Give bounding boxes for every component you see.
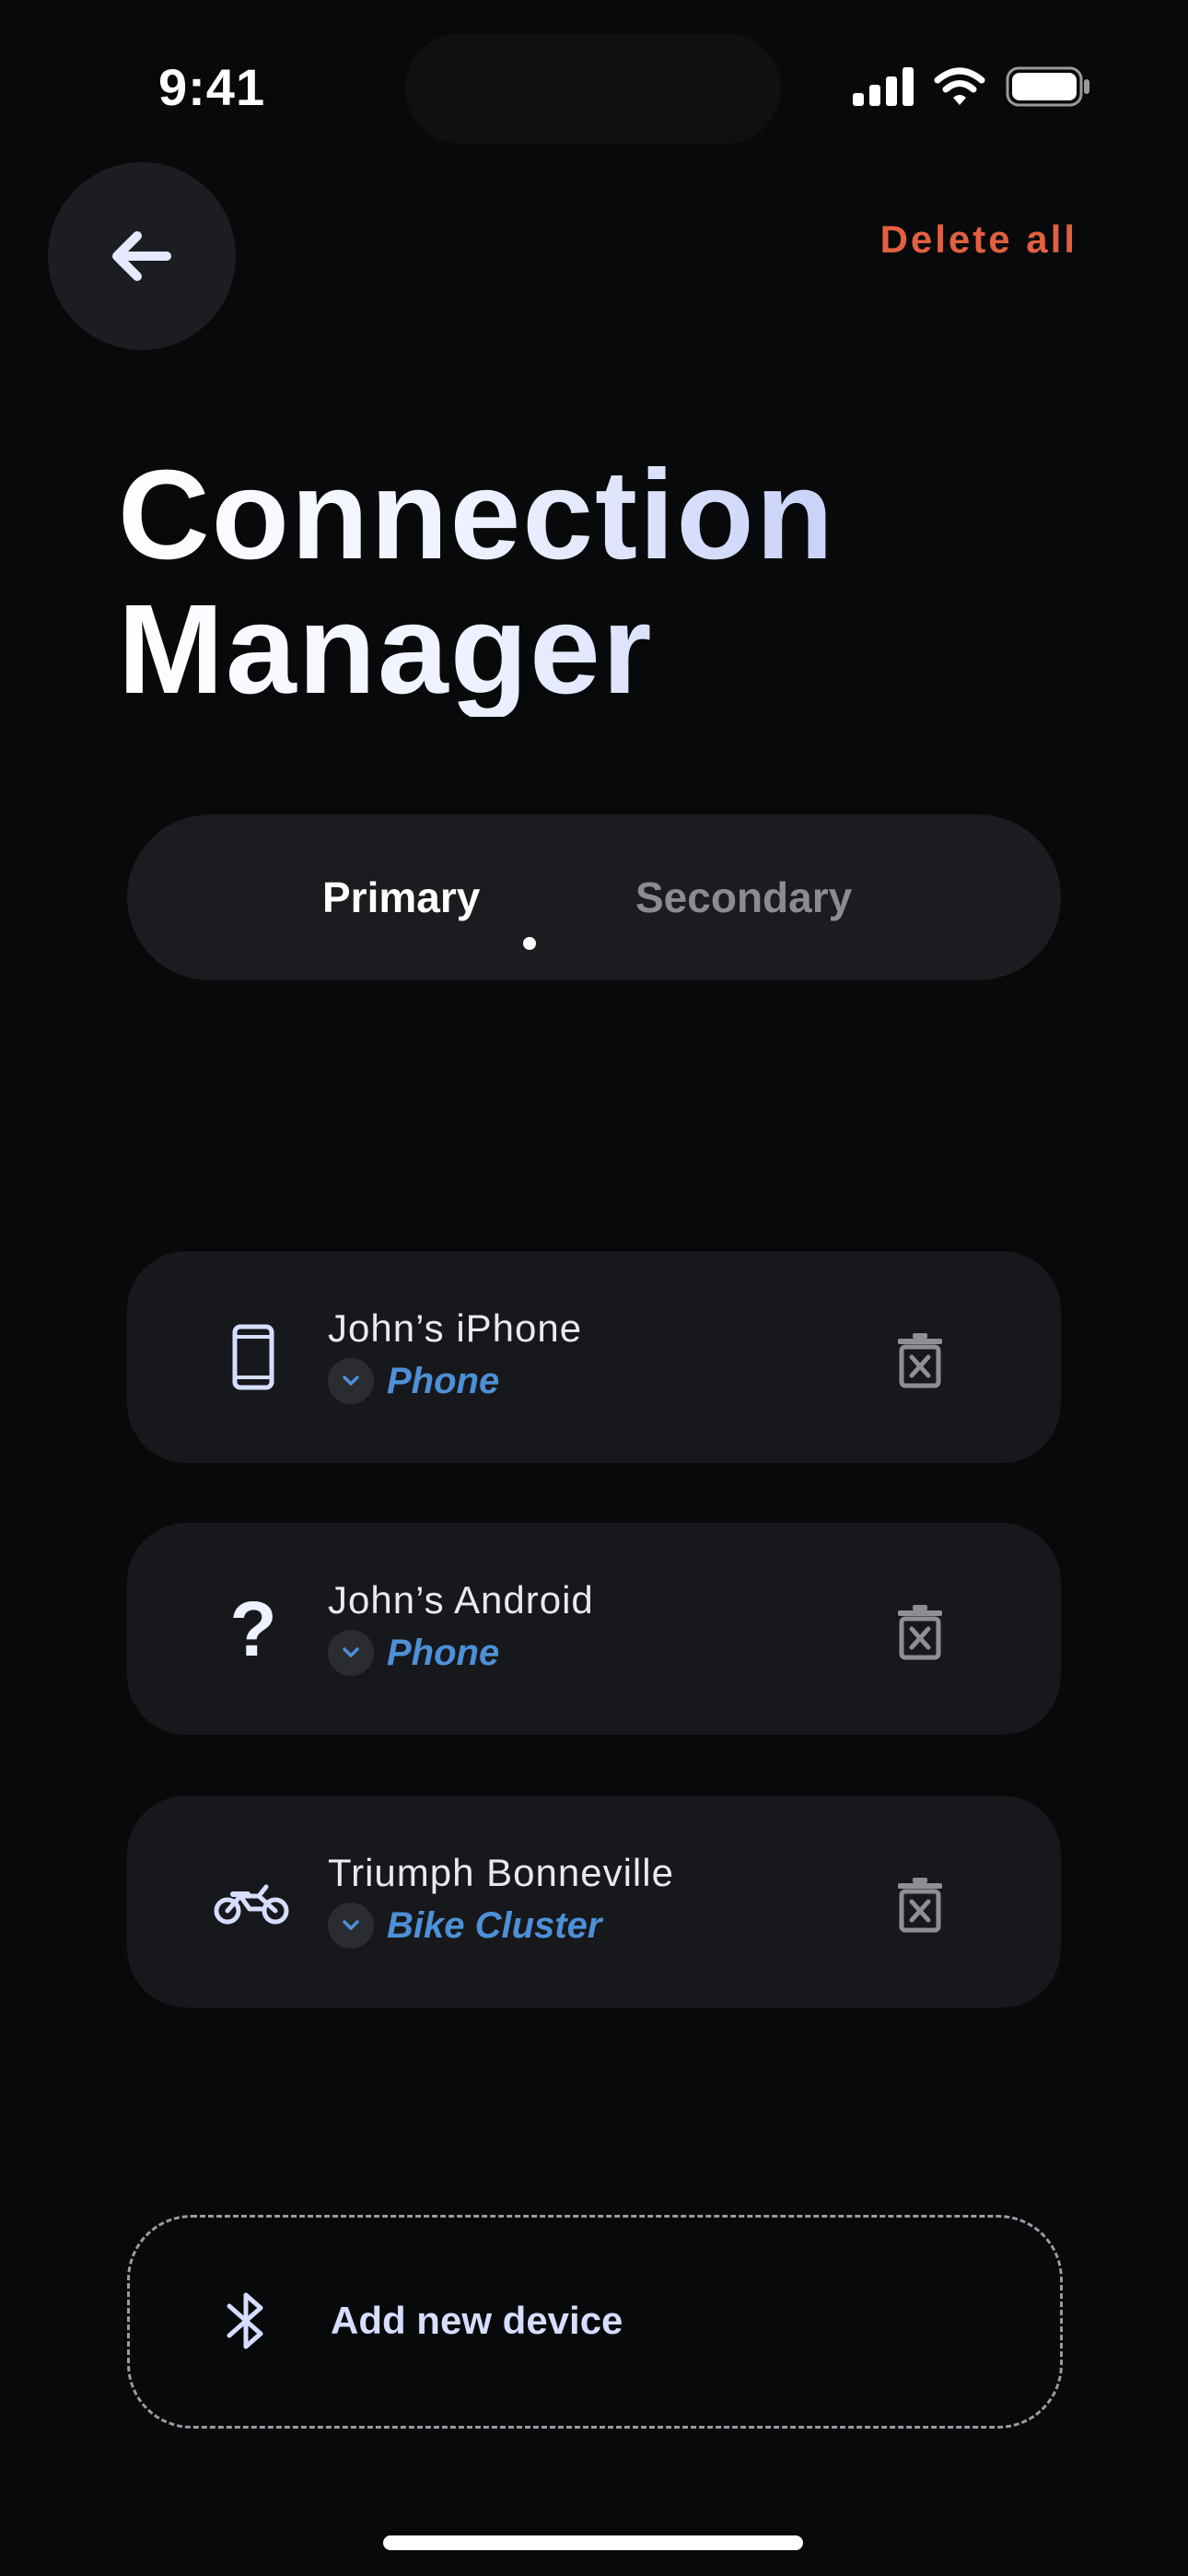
page-title-line-1: Connection	[118, 444, 835, 586]
trash-icon	[898, 1333, 942, 1388]
smartphone-icon	[212, 1316, 295, 1399]
back-button[interactable]	[48, 162, 236, 350]
signal-icon	[853, 67, 914, 106]
device-type-selector[interactable]: Bike Cluster	[328, 1903, 601, 1949]
active-tab-indicator	[523, 937, 536, 950]
status-icons	[853, 66, 1090, 107]
device-name: John’s iPhone	[328, 1306, 583, 1350]
device-card[interactable]: Triumph Bonneville Bike Cluster	[127, 1796, 1061, 2008]
wifi-icon	[934, 67, 985, 105]
home-indicator[interactable]	[383, 2535, 803, 2550]
page-title-line-2: Manager	[118, 579, 654, 720]
chevron-down-icon	[328, 1903, 374, 1949]
delete-device-button[interactable]	[888, 1597, 952, 1667]
device-name: John’s Android	[328, 1578, 594, 1622]
connection-tabs: Primary Secondary	[127, 814, 1061, 980]
chevron-down-icon	[328, 1358, 374, 1404]
trash-icon	[898, 1605, 942, 1660]
device-type-selector[interactable]: Phone	[328, 1630, 499, 1676]
page-title: Connection Manager	[118, 448, 835, 717]
device-type: Bike Cluster	[387, 1904, 602, 1946]
tab-secondary[interactable]: Secondary	[635, 814, 852, 980]
device-type-selector[interactable]: Phone	[328, 1358, 499, 1404]
dynamic-island	[405, 33, 781, 144]
delete-device-button[interactable]	[888, 1869, 952, 1939]
device-card[interactable]: ? John’s Android Phone	[127, 1523, 1061, 1735]
device-type: Phone	[387, 1360, 500, 1401]
chevron-down-icon	[328, 1630, 374, 1676]
trash-icon	[898, 1878, 942, 1933]
motorcycle-icon	[201, 1860, 302, 1943]
device-card[interactable]: John’s iPhone Phone	[127, 1251, 1061, 1463]
delete-all-button[interactable]: Delete all	[880, 217, 1077, 262]
tab-primary[interactable]: Primary	[322, 814, 480, 980]
question-icon: ?	[229, 1585, 277, 1672]
device-type: Phone	[387, 1632, 500, 1673]
device-name: Triumph Bonneville	[328, 1851, 674, 1894]
battery-icon	[1006, 66, 1089, 107]
bluetooth-icon	[227, 2292, 263, 2349]
add-new-device-label: Add new device	[331, 2299, 623, 2342]
delete-device-button[interactable]	[888, 1325, 952, 1395]
arrow-left-icon	[112, 231, 171, 281]
status-time: 9:41	[158, 58, 266, 116]
add-new-device-button[interactable]: Add new device	[127, 2215, 1063, 2429]
